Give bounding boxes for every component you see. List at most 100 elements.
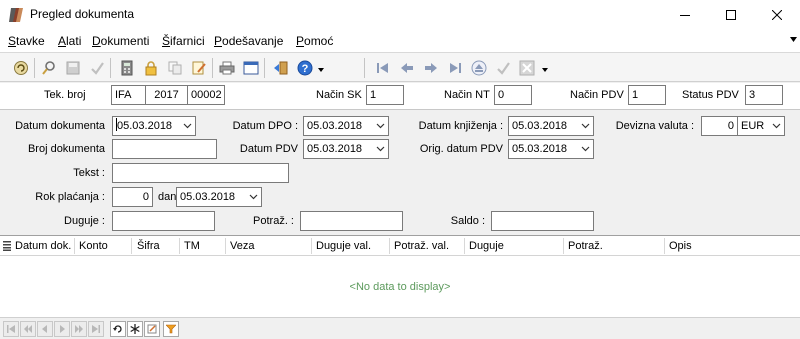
devizna-valuta-select[interactable]: EUR bbox=[737, 116, 785, 136]
menu-alati[interactable]: Alati bbox=[58, 34, 81, 48]
nav-dropdown-icon[interactable] bbox=[542, 68, 548, 72]
exit-button[interactable] bbox=[272, 59, 290, 77]
save-button[interactable] bbox=[64, 59, 82, 77]
refresh-button[interactable] bbox=[12, 59, 30, 77]
devizna-valuta-amount-field[interactable]: 0 bbox=[701, 116, 738, 136]
column-veza[interactable]: Veza bbox=[230, 240, 254, 252]
saldo-label: Saldo : bbox=[450, 215, 485, 227]
maximize-button[interactable] bbox=[708, 0, 754, 30]
datum-dpo-value: 05.03.2018 bbox=[307, 120, 363, 132]
broj-dokumenta-label: Broj dokumenta bbox=[27, 143, 105, 155]
nacin-pdv-field[interactable]: 1 bbox=[628, 85, 666, 105]
help-dropdown-icon[interactable] bbox=[318, 68, 324, 72]
menu-sifarnici[interactable]: Šifarnici bbox=[162, 34, 205, 48]
first-arrow-icon bbox=[7, 325, 15, 333]
tek-broj-year-field[interactable]: 2017 bbox=[145, 85, 187, 105]
tekst-field[interactable] bbox=[112, 163, 289, 183]
copy-icon bbox=[168, 61, 182, 75]
nav-prev-page-button[interactable] bbox=[20, 321, 36, 337]
status-pdv-field[interactable]: 3 bbox=[745, 85, 783, 105]
calculator-button[interactable] bbox=[118, 59, 136, 77]
rok-placanja-field[interactable]: 0 bbox=[112, 187, 153, 207]
column-konto[interactable]: Konto bbox=[79, 240, 108, 252]
grid-header: Datum dok. Konto Šifra TM Veza Duguje va… bbox=[0, 236, 800, 256]
last-arrow-icon bbox=[92, 325, 100, 333]
rok-datum-value: 05.03.2018 bbox=[180, 191, 236, 203]
accept-button[interactable] bbox=[494, 59, 512, 77]
nav-prev-button[interactable] bbox=[37, 321, 53, 337]
nav-refresh-button[interactable] bbox=[110, 321, 126, 337]
column-potraz-val[interactable]: Potraž. val. bbox=[394, 240, 449, 252]
chevron-down-icon bbox=[249, 194, 258, 200]
next-arrow-icon bbox=[60, 325, 65, 333]
chevron-down-icon bbox=[581, 146, 590, 152]
magnifier-icon bbox=[42, 61, 55, 75]
tek-broj-number-field[interactable]: 00002 bbox=[187, 85, 225, 105]
column-duguje-val[interactable]: Duguje val. bbox=[316, 240, 371, 252]
potraz-field[interactable] bbox=[300, 211, 403, 231]
chevron-down-icon bbox=[376, 146, 385, 152]
datum-dpo-picker[interactable]: 05.03.2018 bbox=[303, 116, 389, 136]
edit-document-button[interactable] bbox=[190, 59, 208, 77]
chevron-down-icon bbox=[581, 123, 590, 129]
prev-page-icon bbox=[24, 325, 32, 333]
column-sifra[interactable]: Šifra bbox=[137, 240, 160, 252]
nav-first-button[interactable] bbox=[3, 321, 19, 337]
check-icon bbox=[91, 62, 104, 75]
first-record-button[interactable] bbox=[374, 59, 392, 77]
window-button[interactable] bbox=[242, 59, 260, 77]
menu-pomoc[interactable]: Pomoć bbox=[296, 34, 333, 48]
nacin-nt-field[interactable]: 0 bbox=[494, 85, 532, 105]
nacin-nt-label: Način NT bbox=[444, 89, 490, 101]
nacin-sk-field[interactable]: 1 bbox=[366, 85, 404, 105]
datum-knjizenja-value: 05.03.2018 bbox=[512, 120, 568, 132]
next-record-button[interactable] bbox=[422, 59, 440, 77]
nav-last-button[interactable] bbox=[88, 321, 104, 337]
nav-edit-button[interactable] bbox=[144, 321, 160, 337]
exit-icon bbox=[274, 61, 288, 75]
print-button[interactable] bbox=[218, 59, 236, 77]
column-opis[interactable]: Opis bbox=[669, 240, 692, 252]
close-button[interactable] bbox=[754, 0, 800, 30]
toolbar: ? bbox=[0, 52, 800, 82]
orig-datum-pdv-picker[interactable]: 05.03.2018 bbox=[508, 139, 594, 159]
devizna-valuta-value: EUR bbox=[741, 120, 765, 132]
duguje-label: Duguje : bbox=[64, 215, 105, 227]
window-title: Pregled dokumenta bbox=[30, 7, 135, 21]
copy-button[interactable] bbox=[166, 59, 184, 77]
column-tm[interactable]: TM bbox=[184, 240, 200, 252]
floppy-icon bbox=[66, 61, 80, 75]
items-grid[interactable]: Datum dok. Konto Šifra TM Veza Duguje va… bbox=[0, 235, 800, 317]
column-chooser-icon[interactable] bbox=[3, 241, 11, 251]
column-duguje[interactable]: Duguje bbox=[469, 240, 504, 252]
cancel-button[interactable] bbox=[518, 59, 536, 77]
rok-datum-picker[interactable]: 05.03.2018 bbox=[176, 187, 262, 207]
nav-next-button[interactable] bbox=[54, 321, 70, 337]
eject-button[interactable] bbox=[470, 59, 488, 77]
menu-dokumenti[interactable]: Dokumenti bbox=[92, 34, 149, 48]
first-arrow-icon bbox=[377, 63, 388, 73]
chevron-down-icon bbox=[183, 123, 192, 129]
menu-stavke[interactable]: Stavke bbox=[8, 34, 45, 48]
printer-icon bbox=[219, 61, 235, 75]
tek-broj-type-field[interactable]: IFA bbox=[111, 85, 145, 105]
column-datum-dok[interactable]: Datum dok. bbox=[15, 240, 71, 252]
nav-next-page-button[interactable] bbox=[71, 321, 87, 337]
datum-pdv-picker[interactable]: 05.03.2018 bbox=[303, 139, 389, 159]
help-button[interactable]: ? bbox=[296, 59, 314, 77]
datum-dokumenta-picker[interactable]: 05.03.2018 bbox=[112, 116, 196, 136]
last-record-button[interactable] bbox=[446, 59, 464, 77]
minimize-button[interactable] bbox=[662, 0, 708, 30]
search-button[interactable] bbox=[40, 59, 58, 77]
lock-button[interactable] bbox=[142, 59, 160, 77]
menu-podesavanje[interactable]: Podešavanje bbox=[214, 34, 283, 48]
column-potraz[interactable]: Potraž. bbox=[568, 240, 603, 252]
prev-arrow-icon bbox=[42, 325, 47, 333]
saldo-field[interactable] bbox=[491, 211, 594, 231]
menu-overflow-icon[interactable] bbox=[790, 37, 797, 42]
prev-record-button[interactable] bbox=[398, 59, 416, 77]
nav-filter-button[interactable] bbox=[163, 321, 179, 337]
datum-knjizenja-picker[interactable]: 05.03.2018 bbox=[508, 116, 594, 136]
confirm-button[interactable] bbox=[88, 59, 106, 77]
nav-insert-button[interactable] bbox=[127, 321, 143, 337]
